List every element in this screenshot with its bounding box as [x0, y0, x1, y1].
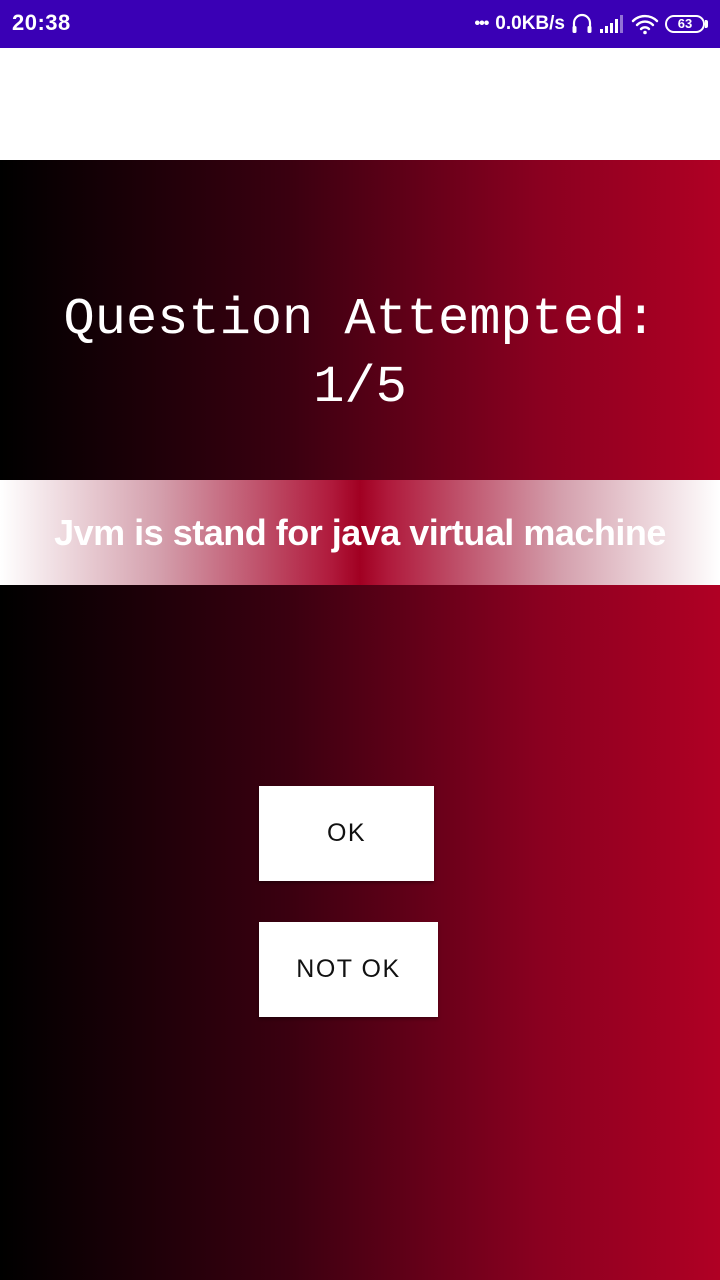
- ok-button[interactable]: OK: [259, 786, 434, 881]
- question-progress: Question Attempted: 1/5: [0, 286, 720, 422]
- battery-level: 63: [665, 15, 705, 33]
- app-bar: [0, 48, 720, 160]
- quiz-screen: 20:38 ••• 0.0KB/s 63 Question Attempted:…: [0, 0, 720, 1280]
- headset-icon: [571, 12, 593, 36]
- network-speed: 0.0KB/s: [495, 13, 565, 34]
- not-ok-button[interactable]: NOT OK: [259, 922, 438, 1017]
- battery-icon: 63: [665, 15, 708, 33]
- quiz-content: Question Attempted: 1/5 Jvm is stand for…: [0, 160, 720, 1280]
- question-statement: Jvm is stand for java virtual machine: [54, 512, 666, 553]
- question-progress-count: 1/5: [313, 358, 407, 417]
- question-progress-label: Question Attempted:: [63, 290, 657, 349]
- more-dots-icon: •••: [474, 15, 489, 32]
- battery-tip: [705, 20, 708, 28]
- wifi-icon: [631, 13, 659, 35]
- statement-banner: Jvm is stand for java virtual machine: [0, 480, 720, 585]
- status-time: 20:38: [12, 10, 71, 35]
- status-bar: 20:38 ••• 0.0KB/s 63: [0, 0, 720, 48]
- status-icons: ••• 0.0KB/s 63: [474, 8, 708, 40]
- signal-icon: [599, 14, 625, 34]
